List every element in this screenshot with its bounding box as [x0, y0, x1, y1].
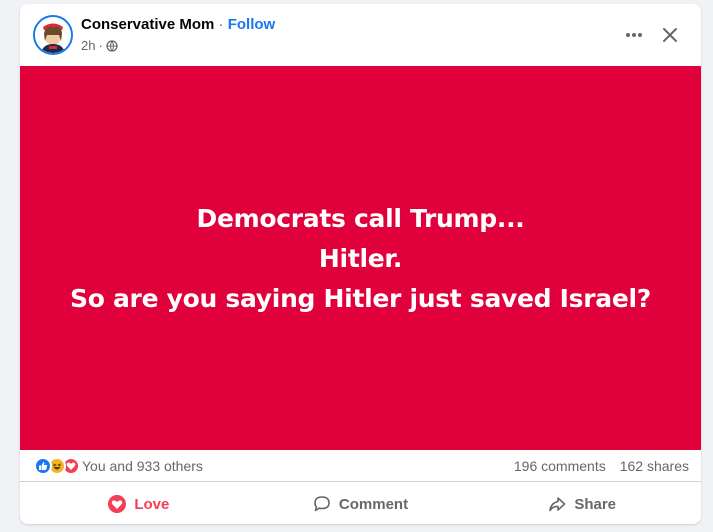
post-image[interactable]: Democrats call Trump... Hitler. So are y… [20, 66, 701, 450]
author-line: Conservative Mom · Follow [81, 16, 275, 34]
action-bar: Love Comment Share [28, 488, 693, 520]
time-separator: · [98, 38, 103, 53]
post-meta: 2h · [81, 38, 118, 54]
author-name[interactable]: Conservative Mom [81, 16, 214, 33]
reaction-icons [34, 456, 80, 475]
share-icon [549, 497, 566, 512]
reactions-summary[interactable]: You and 933 others [34, 456, 203, 475]
image-text-line-3: So are you saying Hitler just saved Isra… [70, 284, 651, 313]
post-stats: You and 933 others 196 comments 162 shar… [20, 450, 701, 482]
love-label: Love [134, 495, 170, 513]
like-icon [34, 456, 52, 475]
follow-button[interactable]: Follow [228, 16, 276, 33]
comment-icon [314, 496, 330, 512]
avatar-image [35, 17, 71, 53]
author-separator: · [218, 16, 224, 33]
more-dots-icon [626, 33, 642, 37]
shares-count[interactable]: 162 shares [620, 458, 689, 474]
love-icon [108, 495, 127, 513]
reactions-count: You and 933 others [82, 457, 203, 474]
image-text-line-1: Democrats call Trump... [196, 204, 525, 233]
love-button[interactable]: Love [28, 488, 250, 520]
author-avatar[interactable] [33, 15, 73, 55]
close-button[interactable] [652, 17, 688, 53]
post-header: Conservative Mom · Follow 2h · [20, 4, 701, 66]
post-card: Conservative Mom · Follow 2h · Democrats… [20, 4, 701, 524]
comment-button[interactable]: Comment [250, 488, 472, 520]
image-text-line-2: Hitler. [318, 244, 403, 273]
share-label: Share [574, 495, 617, 513]
more-options-button[interactable] [616, 17, 652, 53]
comments-count[interactable]: 196 comments [514, 458, 606, 474]
globe-icon [106, 40, 118, 52]
comment-label: Comment [338, 495, 409, 513]
close-icon [663, 28, 677, 42]
share-button[interactable]: Share [471, 488, 693, 520]
post-time[interactable]: 2h [81, 38, 95, 54]
